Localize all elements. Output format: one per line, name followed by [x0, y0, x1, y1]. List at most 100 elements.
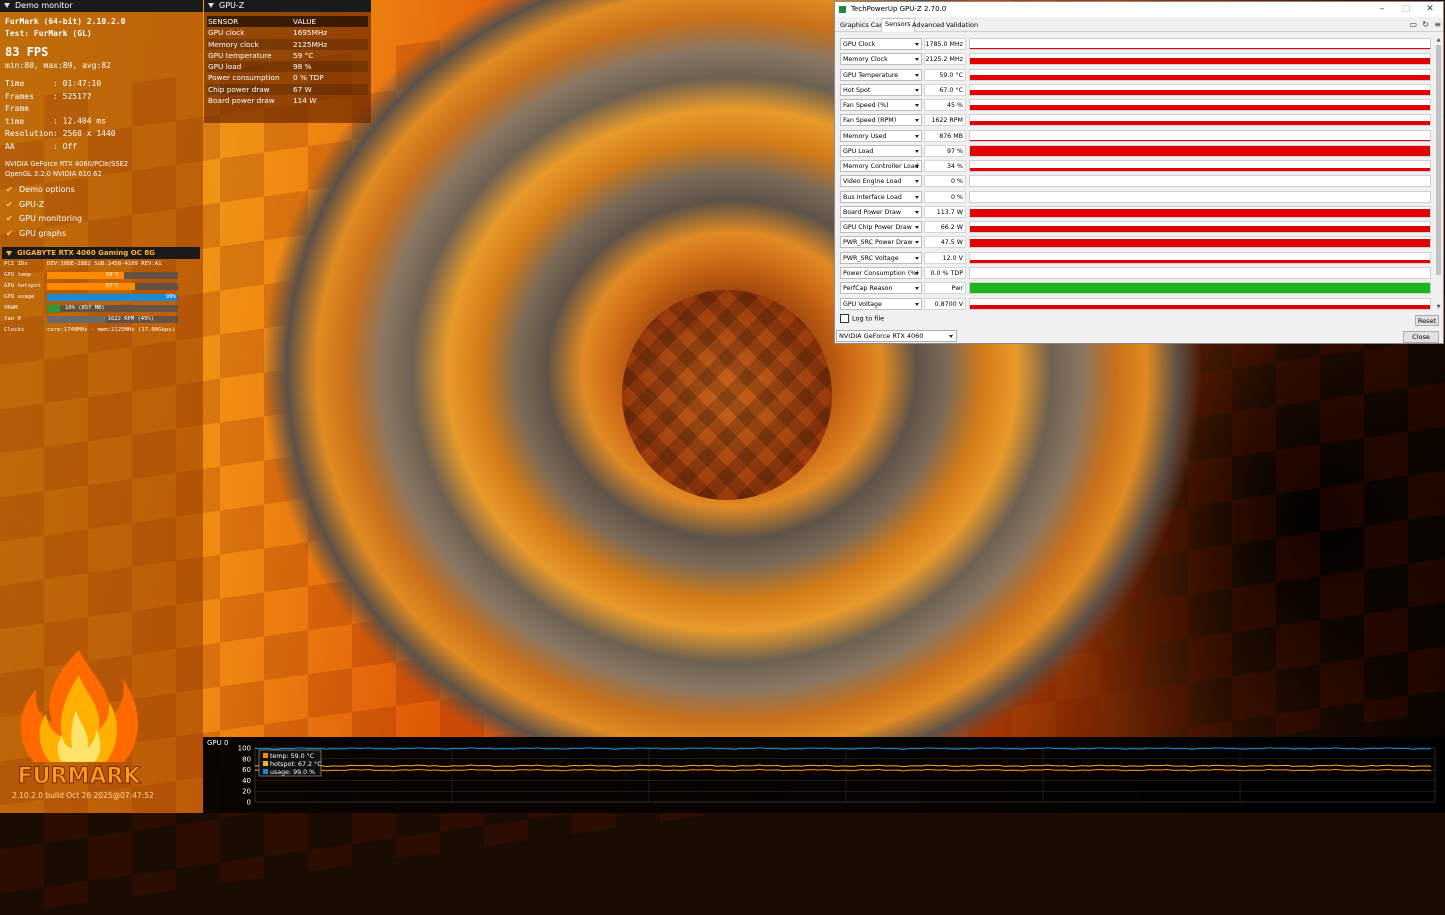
- gpuz-overlay-row: GPU temperature 59 °C: [207, 50, 368, 61]
- y-tick-label: 80: [242, 755, 251, 763]
- log-to-file-checkbox[interactable]: [840, 314, 849, 323]
- scroll-down-icon[interactable]: ▼: [1435, 304, 1442, 311]
- checkmark-icon[interactable]: ✔: [6, 183, 15, 198]
- y-tick-label: 0: [247, 799, 251, 807]
- chevron-down-icon: [949, 335, 953, 338]
- sensor-graph: [969, 190, 1431, 203]
- close-icon[interactable]: ✕: [1419, 3, 1441, 15]
- sensor-select[interactable]: PWR_SRC Power Draw: [840, 236, 922, 249]
- legend-swatch: [263, 753, 268, 758]
- sensor-select[interactable]: Memory Controller Load: [840, 160, 922, 173]
- gpuz-overlay-row: Memory clock 2125MHz: [207, 38, 368, 50]
- reset-button[interactable]: Reset: [1415, 315, 1439, 326]
- sensor-select[interactable]: GPU Chip Power Draw: [840, 221, 922, 234]
- collapse-triangle-icon[interactable]: [4, 3, 10, 8]
- chevron-down-icon: [915, 43, 919, 46]
- sensor-select[interactable]: Fan Speed (RPM): [840, 114, 922, 127]
- sensor-value: 1695MHz: [293, 28, 328, 38]
- gpu-card-header[interactable]: GIGABYTE RTX 4060 Gaming OC 8G: [2, 247, 200, 259]
- checkmark-icon[interactable]: ✔: [6, 227, 15, 242]
- checkmark-icon[interactable]: ✔: [6, 212, 15, 227]
- stat-value: : 2560 x 1440: [53, 129, 116, 138]
- sensor-select[interactable]: Hot Spot: [840, 83, 922, 96]
- sensor-select[interactable]: Power Consumption (%): [840, 266, 922, 279]
- sensor-select[interactable]: GPU Load: [840, 144, 922, 157]
- window-titlebar[interactable]: TechPowerUp GPU-Z 2.70.0 – □ ✕: [835, 2, 1443, 17]
- chevron-down-icon: [915, 241, 919, 245]
- gpuz-overlay-row: Chip power draw 67 W: [207, 83, 368, 96]
- menu-icon[interactable]: ≡: [1434, 20, 1441, 29]
- sensor-graph-fill: [970, 74, 1430, 80]
- sensor-scrollbar[interactable]: ▲ ▼: [1435, 37, 1442, 311]
- demo-monitor-header[interactable]: Demo monitor: [0, 0, 203, 12]
- sensor-name: GPU Chip Power Draw: [843, 224, 912, 232]
- sensor-graph-fill: [970, 283, 1430, 294]
- sensor-select[interactable]: Memory Used: [840, 129, 922, 142]
- sensor-value: 876 MB: [924, 129, 966, 142]
- gpu-usage-value: 99%: [166, 294, 176, 300]
- sensor-row: GPU Chip Power Draw 66.2 W: [840, 220, 1435, 235]
- sensor-graph: [969, 236, 1431, 249]
- sensor-graph-fill: [970, 239, 1430, 248]
- sensor-select[interactable]: Memory Clock: [840, 53, 922, 66]
- sensor-list: GPU Clock 1785.0 MHz Memory Clock 2125.2 MH…: [840, 37, 1435, 312]
- sensor-select[interactable]: GPU Voltage: [840, 297, 922, 310]
- demo-option-item[interactable]: ✔ GPU monitoring: [0, 212, 203, 227]
- scroll-thumb[interactable]: [1436, 45, 1441, 275]
- sensor-row: Memory Clock 2125.2 MHz: [840, 52, 1435, 67]
- sensor-name: GPU Temperature: [843, 71, 899, 79]
- demo-option-item[interactable]: ✔ Demo options: [0, 183, 203, 198]
- sensor-name: Fan Speed (RPM): [843, 117, 897, 125]
- gpuz-overlay-header[interactable]: GPU-Z: [204, 0, 371, 12]
- device-select[interactable]: NVIDIA GeForce RTX 4060: [836, 330, 957, 342]
- sensor-select[interactable]: Video Engine Load: [840, 175, 922, 188]
- sensor-name: PWR_SRC Power Draw: [843, 239, 913, 247]
- stat-key: Time: [5, 79, 25, 88]
- gpu-renderer: NVIDIA GeForce RTX 4060/PCIe/SSE2: [5, 160, 129, 168]
- maximize-icon[interactable]: □: [1395, 3, 1417, 15]
- sensor-name: Hot Spot: [843, 86, 871, 94]
- sensor-graph-fill: [970, 168, 1430, 172]
- sensor-value: 66.2 W: [924, 221, 966, 234]
- demo-option-item[interactable]: ✔ GPU graphs: [0, 227, 203, 242]
- sensor-select[interactable]: GPU Clock: [840, 38, 922, 50]
- sensor-select[interactable]: PerfCap Reason: [840, 282, 922, 295]
- sensor-select[interactable]: GPU Temperature: [840, 68, 922, 81]
- checkmark-icon[interactable]: ✔: [6, 198, 15, 213]
- close-button[interactable]: Close: [1403, 331, 1439, 343]
- chevron-down-icon: [915, 210, 919, 214]
- chevron-down-icon: [915, 149, 919, 153]
- vram-row: VRAM 10% (857 MB): [0, 303, 203, 314]
- gpu-usage-bar: 99%: [47, 294, 178, 301]
- minimize-icon[interactable]: –: [1371, 3, 1393, 15]
- demo-option-item[interactable]: ✔ GPU-Z: [0, 198, 203, 213]
- logo-wordmark: FURMARK: [18, 764, 142, 789]
- camera-icon[interactable]: ▭: [1409, 20, 1417, 29]
- sensor-value: 59.0 °C: [924, 68, 966, 81]
- sensor-select[interactable]: Board Power Draw: [840, 205, 922, 218]
- refresh-icon[interactable]: ↻: [1422, 20, 1429, 29]
- sensor-graph-fill: [970, 121, 1430, 126]
- sensor-value: 47.5 W: [924, 236, 966, 249]
- gpu-graph: 100 80 60 40 20 0 temp: 59.0 °Chotspot: 67.2 °…: [238, 745, 1436, 807]
- tab-advanced[interactable]: Advanced: [909, 20, 947, 31]
- collapse-triangle-icon[interactable]: [6, 250, 12, 256]
- sensor-graph-fill: [970, 58, 1430, 65]
- sensor-graph: [969, 53, 1431, 66]
- graph-frame: [254, 747, 1436, 803]
- collapse-triangle-icon[interactable]: [208, 3, 214, 8]
- sensor-select[interactable]: Fan Speed (%): [840, 99, 922, 112]
- demo-option-label: Demo options: [19, 185, 75, 194]
- gpuz-app-icon: [839, 6, 846, 13]
- legend-label: usage: 99.0 %: [270, 769, 315, 776]
- sensor-select[interactable]: PWR_SRC Voltage: [840, 251, 922, 264]
- sensor-select[interactable]: Bus Interface Load: [840, 190, 922, 203]
- scroll-up-icon[interactable]: ▲: [1435, 37, 1442, 44]
- stat-value: : Off: [53, 141, 78, 151]
- log-to-file-row[interactable]: Log to file: [840, 314, 884, 323]
- tab-validation[interactable]: Validation: [943, 20, 981, 31]
- tab-bar: ▭ ↻ ≡ Graphics Card Sensors Advanced Valida…: [835, 17, 1443, 32]
- chevron-down-icon: [915, 104, 919, 108]
- sensor-value: 12.0 V: [924, 251, 966, 264]
- sensor-value: 2125.2 MHz: [924, 53, 966, 66]
